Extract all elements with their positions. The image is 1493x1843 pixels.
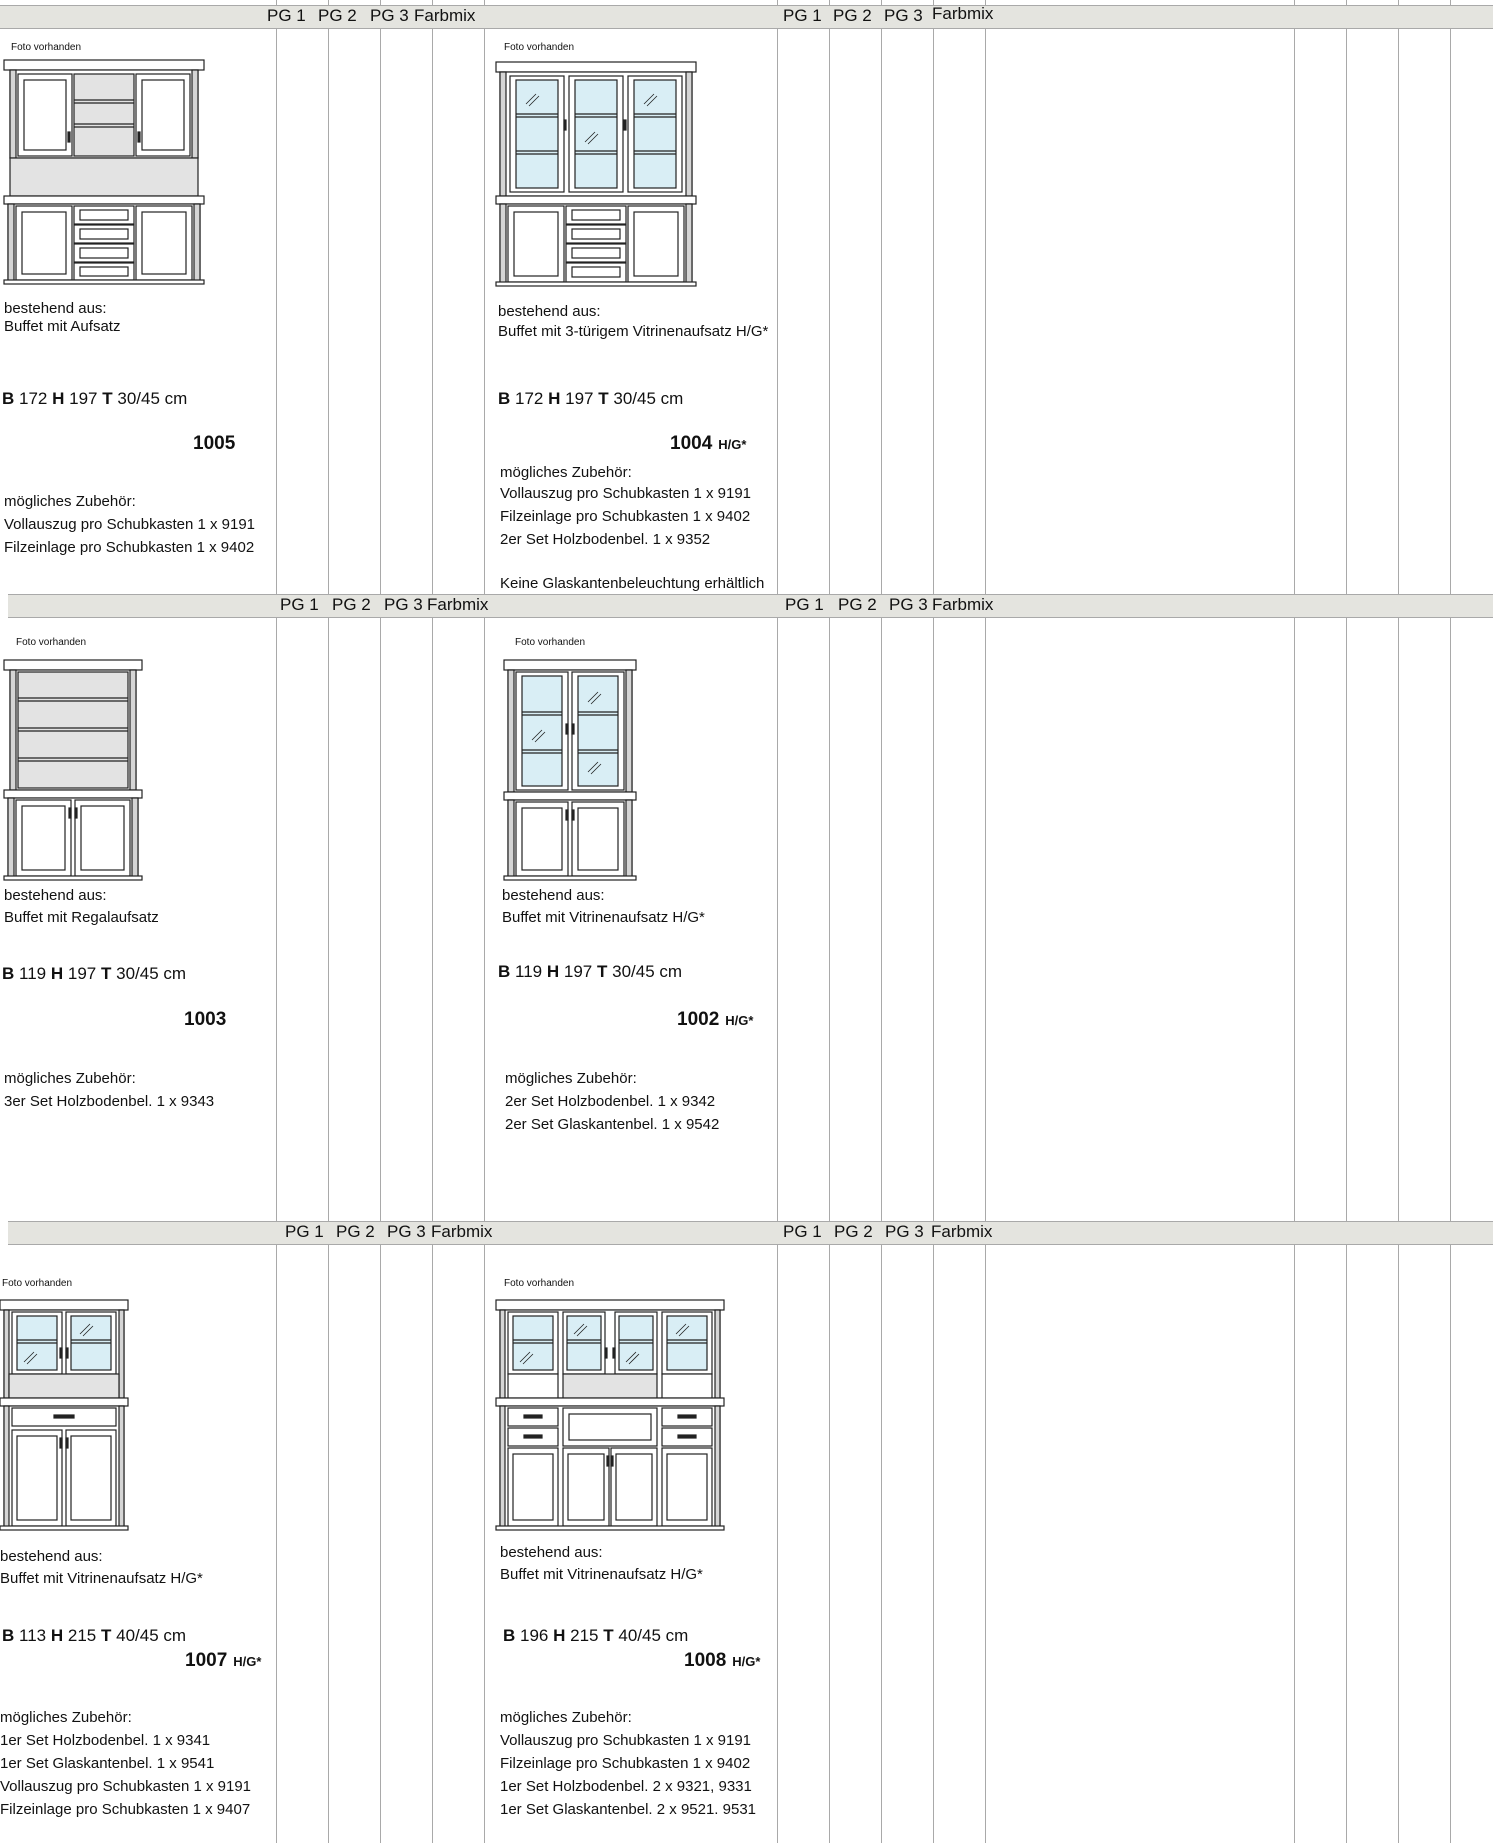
wide-vitrine-buffet-icon (495, 1299, 725, 1531)
col-pg2-label: PG 2 (838, 595, 877, 614)
col-farbmix-label: Farbmix (427, 595, 489, 614)
accessory-item: Vollauszug pro Schubkasten 1 x 9191 (4, 516, 256, 533)
product-code: 1007 H/G* (185, 1650, 262, 1671)
accessory-item: Filzeinlage pro Schubkasten 1 x 9402 (500, 508, 751, 525)
photo-available-label: Foto vorhanden (504, 42, 575, 53)
col-pg3-label: PG 3 (889, 595, 928, 614)
product-code: 1002 H/G* (677, 1009, 754, 1030)
col-pg3-label: PG 3 (370, 6, 409, 25)
accessory-item: Filzeinlage pro Schubkasten 1 x 9402 (4, 539, 255, 556)
col-pg1-label: PG 1 (267, 6, 306, 25)
product-dimensions: B 113 H 215 T 40/45 cm (2, 1626, 187, 1645)
col-pg3-label: PG 3 (885, 1222, 924, 1241)
photo-available-label: Foto vorhanden (16, 637, 87, 648)
buffet-with-top-cabinet-icon (3, 59, 205, 285)
accessory-item: 2er Set Glaskantenbel. 1 x 9542 (505, 1116, 720, 1133)
accessory-item: 3er Set Holzbodenbel. 1 x 9343 (4, 1093, 215, 1110)
consists-of-label: bestehend aus: (4, 887, 107, 904)
product-dimensions: B 196 H 215 T 40/45 cm (503, 1626, 689, 1645)
consists-of-label: bestehend aus: (502, 887, 605, 904)
buffet-with-2-door-vitrine-icon (503, 659, 637, 881)
col-pg1-label: PG 1 (280, 595, 319, 614)
col-pg1-label: PG 1 (785, 595, 824, 614)
product-description: Buffet mit Regalaufsatz (4, 909, 159, 926)
product-code: 1008 H/G* (684, 1650, 761, 1671)
col-pg3-label: PG 3 (384, 595, 423, 614)
accessories-label: mögliches Zubehör: (4, 493, 136, 510)
accessory-item: 1er Set Holzbodenbel. 1 x 9341 (0, 1732, 211, 1749)
product-dimensions: B 119 H 197 T 30/45 cm (2, 964, 187, 983)
consists-of-label: bestehend aus: (0, 1548, 103, 1565)
col-pg2-label: PG 2 (834, 1222, 873, 1241)
header-band-1 (0, 5, 1493, 29)
product-code: 1003 (184, 1009, 227, 1030)
buffet-with-shelf-top-icon (3, 659, 143, 881)
accessories-label: mögliches Zubehör: (500, 1709, 632, 1726)
accessory-item: Filzeinlage pro Schubkasten 1 x 9402 (500, 1755, 751, 1772)
product-dimensions: B 119 H 197 T 30/45 cm (498, 962, 683, 981)
col-farbmix-label: Farbmix (932, 595, 994, 614)
accessory-item: 1er Set Glaskantenbel. 1 x 9541 (0, 1755, 215, 1772)
photo-available-label: Foto vorhanden (2, 1278, 73, 1289)
accessory-item: 2er Set Holzbodenbel. 1 x 9342 (505, 1093, 716, 1110)
buffet-with-3-door-vitrine-icon (495, 61, 697, 287)
col-pg2-label: PG 2 (332, 595, 371, 614)
consists-of-label: bestehend aus: (500, 1544, 603, 1561)
product-description: Buffet mit Vitrinenaufsatz H/G* (502, 909, 705, 926)
product-dimensions: B 172 H 197 T 30/45 cm (498, 389, 684, 408)
accessories-label: mögliches Zubehör: (0, 1709, 132, 1726)
col-farbmix-label: Farbmix (931, 1222, 993, 1241)
product-code: 1005 (193, 433, 236, 454)
photo-available-label: Foto vorhanden (11, 42, 82, 53)
product-note: Keine Glaskantenbeleuchtung erhältlich (500, 575, 765, 592)
col-farbmix-label: Farbmix (932, 4, 994, 23)
header-band-3 (8, 1221, 1493, 1245)
accessory-item: Vollauszug pro Schubkasten 1 x 9191 (500, 1732, 752, 1749)
photo-available-label: Foto vorhanden (504, 1278, 575, 1289)
product-code: 1004 H/G* (670, 433, 747, 454)
product-description: Buffet mit Vitrinenaufsatz H/G* (500, 1566, 703, 1583)
accessory-item: 1er Set Holzbodenbel. 2 x 9321, 9331 (500, 1778, 752, 1795)
col-farbmix-label: Farbmix (431, 1222, 493, 1241)
col-pg2-label: PG 2 (318, 6, 357, 25)
col-pg2-label: PG 2 (833, 6, 872, 25)
product-description: Buffet mit 3-türigem Vitrinenaufsatz H/G… (498, 323, 769, 340)
col-pg3-label: PG 3 (387, 1222, 426, 1241)
accessory-item: Vollauszug pro Schubkasten 1 x 9191 (500, 485, 752, 502)
accessory-item: 2er Set Holzbodenbel. 1 x 9352 (500, 531, 711, 548)
vitrine-with-drawer-buffet-icon (0, 1299, 129, 1531)
accessories-label: mögliches Zubehör: (4, 1070, 136, 1087)
col-pg1-label: PG 1 (783, 6, 822, 25)
col-pg3-label: PG 3 (884, 6, 923, 25)
accessories-label: mögliches Zubehör: (505, 1070, 637, 1087)
accessory-item: Vollauszug pro Schubkasten 1 x 9191 (0, 1778, 252, 1795)
col-farbmix-label: Farbmix (414, 6, 476, 25)
product-description: Buffet mit Aufsatz (4, 318, 121, 335)
photo-available-label: Foto vorhanden (515, 637, 586, 648)
col-pg1-label: PG 1 (285, 1222, 324, 1241)
col-pg1-label: PG 1 (783, 1222, 822, 1241)
col-pg2-label: PG 2 (336, 1222, 375, 1241)
header-band-2 (8, 594, 1493, 618)
product-dimensions: B 172 H 197 T 30/45 cm (2, 389, 188, 408)
accessory-item: Filzeinlage pro Schubkasten 1 x 9407 (0, 1801, 251, 1818)
product-description: Buffet mit Vitrinenaufsatz H/G* (0, 1570, 203, 1587)
accessory-item: 1er Set Glaskantenbel. 2 x 9521. 9531 (500, 1801, 757, 1818)
